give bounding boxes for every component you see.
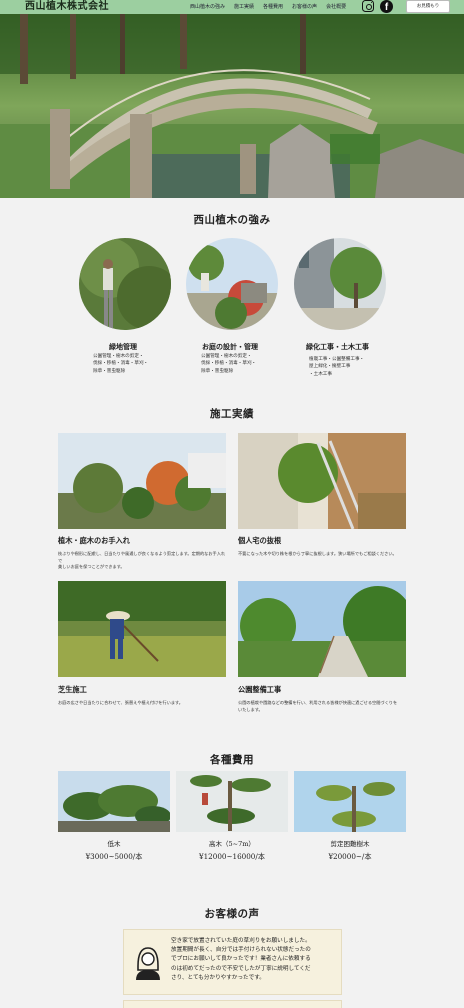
strength-title-garden: お庭の設計・管理 xyxy=(202,342,258,351)
works-title: 施工実績 xyxy=(210,408,254,420)
work-image-stump xyxy=(238,433,406,529)
nav-item-strengths[interactable]: 西山植木の強み xyxy=(190,0,225,14)
work-title-pruning: 植木・庭木のお手入れ xyxy=(58,536,130,545)
strengths-title: 西山植木の強み xyxy=(193,214,271,226)
work-image-pruning xyxy=(58,433,226,529)
strength-image-greenery xyxy=(79,238,171,330)
customer-avatar-icon xyxy=(134,944,162,980)
price-name-tall-tree: 高木（5~7m） xyxy=(209,840,255,848)
work-image-park xyxy=(238,581,406,677)
hero-image xyxy=(0,14,464,198)
strength-desc-construction: 植栽工事・公園整備工事・ 屋上緑化・擁壁工事 ・土木工事 xyxy=(309,357,365,377)
work-title-lawn: 芝生施工 xyxy=(58,685,87,694)
customer-voice-card-next xyxy=(123,1000,342,1008)
strength-image-construction xyxy=(294,238,386,330)
work-desc-pruning: 枝ぶりや樹形に配慮し、日当たりや風通しが良くなるよう剪定します。定期的なお手入れ… xyxy=(58,551,226,570)
strength-title-greenery: 緑地管理 xyxy=(109,342,137,351)
nav-item-voices[interactable]: お客様の声 xyxy=(292,0,317,14)
nav-item-works[interactable]: 施工実績 xyxy=(234,0,254,14)
customer-voice-card: 空き家で放置されていた庭の草刈りをお願いしました。 放置期間が長く、自分では手付… xyxy=(123,929,342,995)
site-header: 西山植木株式会社 西山植木の強み 施工実績 各種費用 お客様の声 会社概要 f … xyxy=(0,0,464,14)
work-image-lawn xyxy=(58,581,226,677)
strength-desc-garden: 公園管理・樹木の剪定・ 伐採・移植・消毒・草刈・ 除草・害虫駆除 xyxy=(201,354,257,374)
price-name-difficult-tree: 剪定困難樹木 xyxy=(330,840,370,848)
work-desc-lawn: お庭の広さや日当たりに合わせて、張替えや植え付けを行います。 xyxy=(58,700,183,705)
nav-item-pricing[interactable]: 各種費用 xyxy=(263,0,283,14)
price-value-shrub: ¥3000~5000/本 xyxy=(85,852,143,861)
site-logo[interactable]: 西山植木株式会社 xyxy=(25,0,109,14)
work-title-park: 公園整備工事 xyxy=(238,685,282,694)
strength-title-construction: 緑化工事・土木工事 xyxy=(306,342,369,351)
work-title-stump: 個人宅の抜根 xyxy=(238,536,282,545)
voices-title: お客様の声 xyxy=(204,908,260,920)
facebook-icon[interactable]: f xyxy=(380,0,393,13)
price-image-difficult-tree xyxy=(294,771,406,832)
nav-item-company[interactable]: 会社概要 xyxy=(326,0,346,14)
quote-button[interactable]: お見積もり xyxy=(406,0,450,13)
work-desc-park: 公園の植栽や園路などの整備を行い、利用される皆様が快適に過ごせる空間づくりを い… xyxy=(238,700,398,712)
price-image-tall-tree xyxy=(176,771,288,832)
strength-image-garden xyxy=(186,238,278,330)
price-name-shrub: 低木 xyxy=(107,840,121,848)
pricing-title: 各種費用 xyxy=(210,754,254,766)
price-value-difficult-tree: ¥20000~/本 xyxy=(328,852,372,861)
strength-desc-greenery: 公園管理・樹木の剪定・ 伐採・移植・消毒・草刈・ 除草・害虫駆除 xyxy=(93,354,149,374)
customer-voice-text: 空き家で放置されていた庭の草刈りをお願いしました。 放置期間が長く、自分では手付… xyxy=(171,938,311,981)
instagram-icon[interactable] xyxy=(362,0,374,12)
work-desc-stump: 不要になった木や切り株を根から丁寧に抜根します。狭い場所でもご相談ください。 xyxy=(238,551,397,556)
price-image-shrub xyxy=(58,771,170,832)
main-nav: 西山植木の強み 施工実績 各種費用 お客様の声 会社概要 xyxy=(190,0,355,14)
price-value-tall-tree: ¥12000~16000/本 xyxy=(199,852,265,861)
